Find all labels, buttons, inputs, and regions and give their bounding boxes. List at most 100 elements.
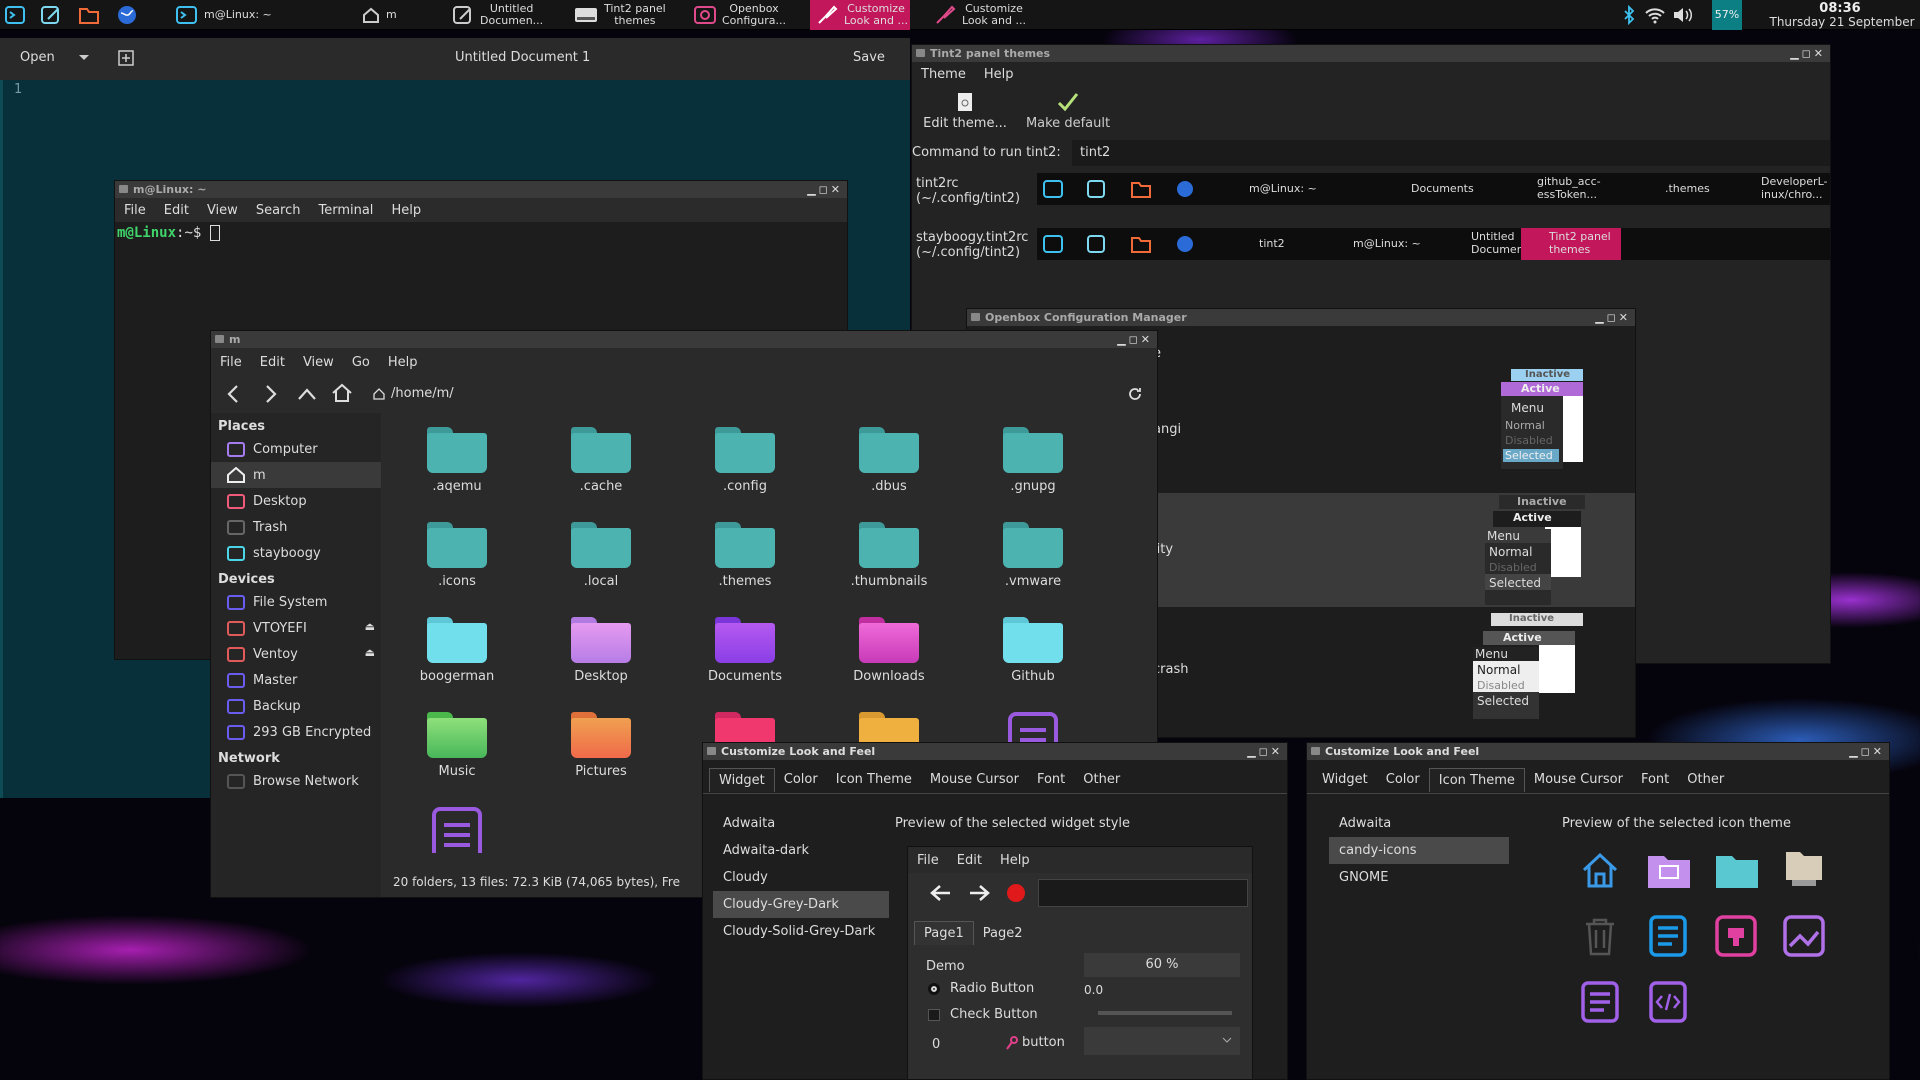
folder-item[interactable]: .icons — [385, 522, 529, 617]
task-customize-active[interactable]: Customize Look and ... — [810, 0, 910, 30]
window-controls[interactable]: ▁◻✕ — [807, 181, 843, 198]
list-item[interactable]: Cloudy-Grey-Dark — [713, 891, 889, 918]
tab-widget[interactable]: Widget — [1313, 768, 1377, 791]
theme-row-1[interactable]: tint2rc (~/.config/tint2) m@Linux: ~ Doc… — [912, 168, 1830, 226]
back-icon[interactable] — [930, 883, 952, 903]
refresh-icon[interactable] — [1127, 386, 1143, 402]
tab-font[interactable]: Font — [1632, 768, 1678, 791]
home-icon[interactable] — [331, 383, 353, 403]
sidebar-item-stayboogy[interactable]: stayboogy — [211, 540, 381, 566]
preview-menu-help[interactable]: Help — [991, 853, 1039, 868]
menu-help[interactable]: Help — [379, 355, 427, 370]
preview-entry[interactable] — [1038, 879, 1248, 907]
menu-terminal[interactable]: Terminal — [309, 203, 382, 218]
tab-icon-theme[interactable]: Icon Theme — [1428, 767, 1525, 792]
menu-edit[interactable]: Edit — [155, 203, 198, 218]
folder-item[interactable]: Pictures — [529, 712, 673, 807]
tab-other[interactable]: Other — [1074, 768, 1129, 791]
demo-button[interactable]: button — [1006, 1035, 1065, 1050]
folder-item[interactable]: .themes — [673, 522, 817, 617]
folder-item[interactable]: .thumbnails — [817, 522, 961, 617]
back-icon[interactable] — [225, 384, 241, 404]
forward-icon[interactable] — [968, 883, 990, 903]
command-input[interactable]: tint2 — [1072, 140, 1830, 166]
window-controls[interactable]: ▁◻✕ — [1117, 331, 1153, 348]
terminal-launcher-icon[interactable] — [4, 4, 26, 26]
tab-mouse-cursor[interactable]: Mouse Cursor — [1525, 768, 1632, 791]
sidebar-item-desktop[interactable]: Desktop — [211, 488, 381, 514]
folder-item[interactable]: .aqemu — [385, 427, 529, 522]
folder-item[interactable]: .gnupg — [961, 427, 1105, 522]
list-item[interactable]: Adwaita-dark — [713, 837, 889, 864]
wifi-icon[interactable] — [1644, 6, 1666, 24]
sidebar-item-network[interactable]: Browse Network — [211, 768, 381, 794]
menu-view[interactable]: View — [198, 203, 247, 218]
stop-icon[interactable] — [1006, 883, 1026, 903]
editor-launcher-icon[interactable] — [40, 4, 62, 26]
scale-slider[interactable] — [1098, 1011, 1232, 1015]
folder-item[interactable]: .dbus — [817, 427, 961, 522]
folder-item[interactable]: Github — [961, 617, 1105, 712]
clock-time[interactable]: 08:36 — [1760, 1, 1920, 16]
menu-view[interactable]: View — [294, 355, 343, 370]
edit-theme-button[interactable]: Edit theme... — [920, 92, 1010, 131]
task-openbox[interactable]: Openbox Configura... — [694, 0, 794, 30]
window-controls[interactable]: ▁◻✕ — [1849, 743, 1885, 760]
eject-icon[interactable]: ⏏ — [365, 620, 375, 633]
list-item[interactable]: GNOME — [1329, 864, 1509, 891]
terminal-content[interactable]: m@Linux:~$ — [115, 222, 847, 244]
make-default-button[interactable]: Make default — [1018, 92, 1118, 131]
terminal-titlebar[interactable]: m@Linux: ~ ▁◻✕ — [115, 181, 847, 198]
menu-search[interactable]: Search — [247, 203, 310, 218]
chevron-down-icon[interactable] — [78, 54, 90, 62]
folder-item[interactable]: .vmware — [961, 522, 1105, 617]
customize-titlebar[interactable]: Customize Look and Feel ▁◻✕ — [703, 743, 1287, 760]
sidebar-item-computer[interactable]: Computer — [211, 436, 381, 462]
window-controls[interactable]: ▁◻✕ — [1790, 45, 1826, 62]
file-item[interactable] — [385, 807, 529, 853]
list-item[interactable]: Cloudy-Solid-Grey-Dark — [713, 918, 889, 945]
task-tint2[interactable]: Tint2 panel themes — [574, 0, 674, 30]
battery-indicator[interactable]: 57% — [1712, 0, 1742, 30]
tab-mouse-cursor[interactable]: Mouse Cursor — [921, 768, 1028, 791]
folder-item[interactable]: .cache — [529, 427, 673, 522]
list-item[interactable]: Adwaita — [1329, 810, 1509, 837]
combo-box[interactable] — [1084, 1027, 1240, 1055]
task-terminal[interactable]: m@Linux: ~ — [170, 0, 288, 30]
open-button[interactable]: Open — [20, 50, 55, 65]
sidebar-item-ventoy[interactable]: Ventoy ⏏ — [211, 641, 381, 667]
save-button[interactable]: Save — [853, 50, 885, 65]
task-files[interactable]: m — [362, 0, 432, 30]
bluetooth-icon[interactable] — [1622, 5, 1636, 25]
forward-icon[interactable] — [263, 384, 279, 404]
check-button[interactable]: Check Button — [928, 1007, 1038, 1022]
folder-item[interactable]: Desktop — [529, 617, 673, 712]
spin-button[interactable]: 0 — [926, 1031, 996, 1059]
tab-color[interactable]: Color — [1377, 768, 1429, 791]
folder-item[interactable]: Downloads — [817, 617, 961, 712]
sidebar-item-master[interactable]: Master — [211, 667, 381, 693]
tab-page2[interactable]: Page2 — [974, 922, 1032, 945]
menu-theme[interactable]: Theme — [912, 67, 975, 82]
menu-go[interactable]: Go — [343, 355, 379, 370]
tab-widget[interactable]: Widget — [709, 767, 775, 792]
menu-file[interactable]: File — [211, 355, 251, 370]
new-tab-icon[interactable] — [118, 50, 134, 66]
tab-icon-theme[interactable]: Icon Theme — [827, 768, 921, 791]
folder-item[interactable]: Music — [385, 712, 529, 807]
up-icon[interactable] — [297, 386, 317, 402]
files-titlebar[interactable]: m ▁◻✕ — [211, 331, 1157, 348]
tab-font[interactable]: Font — [1028, 768, 1074, 791]
radio-button[interactable]: Radio Button — [928, 981, 1034, 996]
tab-other[interactable]: Other — [1678, 768, 1733, 791]
menu-edit[interactable]: Edit — [251, 355, 294, 370]
folder-item[interactable]: .local — [529, 522, 673, 617]
eject-icon[interactable]: ⏏ — [365, 646, 375, 659]
sidebar-item-filesystem[interactable]: File System — [211, 589, 381, 615]
sidebar-item-trash[interactable]: Trash — [211, 514, 381, 540]
theme-row-2[interactable]: stayboogy.tint2rc (~/.config/tint2) tint… — [912, 226, 1830, 284]
window-controls[interactable]: ▁◻✕ — [1595, 309, 1631, 326]
browser-launcher-icon[interactable] — [116, 4, 138, 26]
list-item[interactable]: Cloudy — [713, 864, 889, 891]
sidebar-item-vtoyefi[interactable]: VTOYEFI ⏏ — [211, 615, 381, 641]
